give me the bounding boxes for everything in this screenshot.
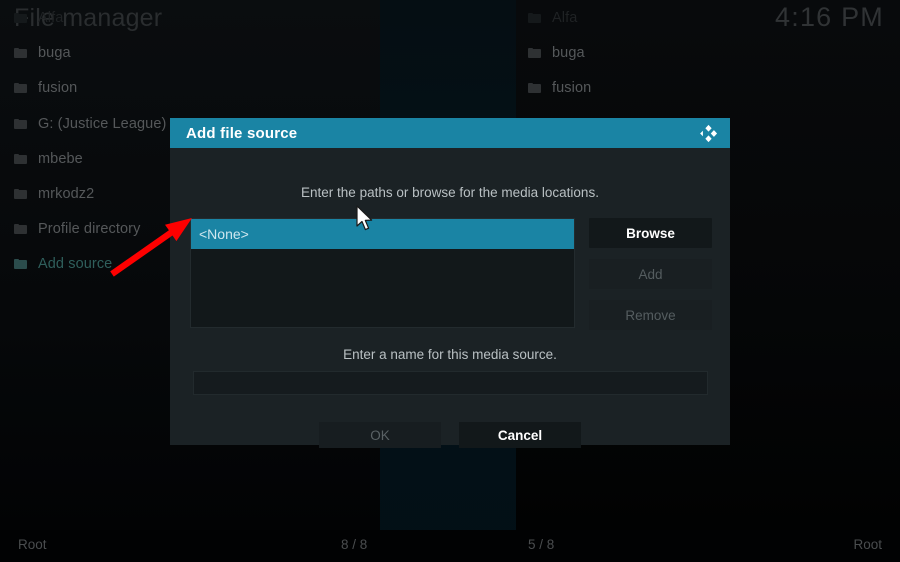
source-path-value: <None> xyxy=(199,226,249,242)
file-list-left-item[interactable]: G: (Justice League) xyxy=(14,111,166,137)
dialog-body: Enter the paths or browse for the media … xyxy=(170,148,730,448)
folder-icon xyxy=(14,83,27,94)
ok-button[interactable]: OK xyxy=(319,422,441,448)
file-list-left-item-label: Add source xyxy=(38,256,113,273)
status-right-path: Root xyxy=(853,537,882,552)
source-action-buttons: Browse Add Remove xyxy=(589,218,712,341)
folder-icon xyxy=(14,153,27,164)
file-list-left-item[interactable]: mbebe xyxy=(14,146,83,172)
file-list-left-item[interactable]: Profile directory xyxy=(14,216,140,242)
paths-hint-label: Enter the paths or browse for the media … xyxy=(301,185,599,200)
file-list-left-item[interactable]: fusion xyxy=(14,75,77,101)
status-right-count: 5 / 8 xyxy=(528,537,555,552)
file-list-left-item[interactable]: Alfa xyxy=(14,5,63,31)
file-list-left-item-label: mbebe xyxy=(38,150,83,167)
folder-icon xyxy=(14,259,27,270)
source-paths-listbox[interactable]: <None> xyxy=(190,218,575,328)
remove-button[interactable]: Remove xyxy=(589,300,712,330)
file-list-left-item-label: fusion xyxy=(38,80,78,97)
folder-icon xyxy=(528,83,541,94)
status-left-count: 8 / 8 xyxy=(341,537,368,552)
folder-icon xyxy=(14,48,27,59)
media-source-name-input[interactable] xyxy=(193,371,708,395)
file-list-right-item[interactable]: Alfa xyxy=(528,5,577,31)
folder-icon xyxy=(14,13,27,23)
dialog-header: Add file source xyxy=(170,118,730,148)
add-file-source-dialog: Add file source Enter the paths or brows… xyxy=(170,118,730,448)
file-list-left-item[interactable]: Add source xyxy=(14,251,112,277)
file-list-left-item[interactable]: buga xyxy=(14,40,71,66)
add-button[interactable]: Add xyxy=(589,259,712,289)
kodi-logo-icon xyxy=(698,123,719,144)
source-path-row-selected[interactable]: <None> xyxy=(191,219,574,249)
folder-icon xyxy=(14,118,27,129)
file-list-left-item-label: buga xyxy=(38,45,71,62)
status-left-path: Root xyxy=(18,537,47,552)
folder-icon xyxy=(14,224,27,235)
file-list-right-item-label: Alfa xyxy=(552,10,578,26)
file-list-right-item-label: buga xyxy=(552,45,585,62)
file-list-right-item[interactable]: fusion xyxy=(528,75,591,101)
file-list-left-item-label: G: (Justice League) xyxy=(38,115,167,132)
file-list-left-item-label: Alfa xyxy=(38,10,64,26)
dialog-footer-buttons: OK Cancel xyxy=(170,422,730,448)
file-list-left-item[interactable]: mrkodz2 xyxy=(14,181,94,207)
dialog-title: Add file source xyxy=(186,124,298,142)
browse-button[interactable]: Browse xyxy=(589,218,712,248)
file-list-left-item-label: mrkodz2 xyxy=(38,186,95,202)
file-list-left-item-label: Profile directory xyxy=(38,221,141,238)
name-hint-label: Enter a name for this media source. xyxy=(343,347,557,362)
kodi-screen: File manager 4:16 PM Alfa buga fusion G: (J… xyxy=(0,0,900,562)
folder-icon xyxy=(528,13,541,23)
cancel-button[interactable]: Cancel xyxy=(459,422,581,448)
file-list-right-item[interactable]: buga xyxy=(528,40,585,66)
file-list-right-item-label: fusion xyxy=(552,80,592,97)
folder-icon xyxy=(528,48,541,59)
status-bar: Root 8 / 8 5 / 8 Root xyxy=(0,530,900,562)
clock: 4:16 PM xyxy=(775,2,884,32)
folder-icon xyxy=(14,189,27,199)
